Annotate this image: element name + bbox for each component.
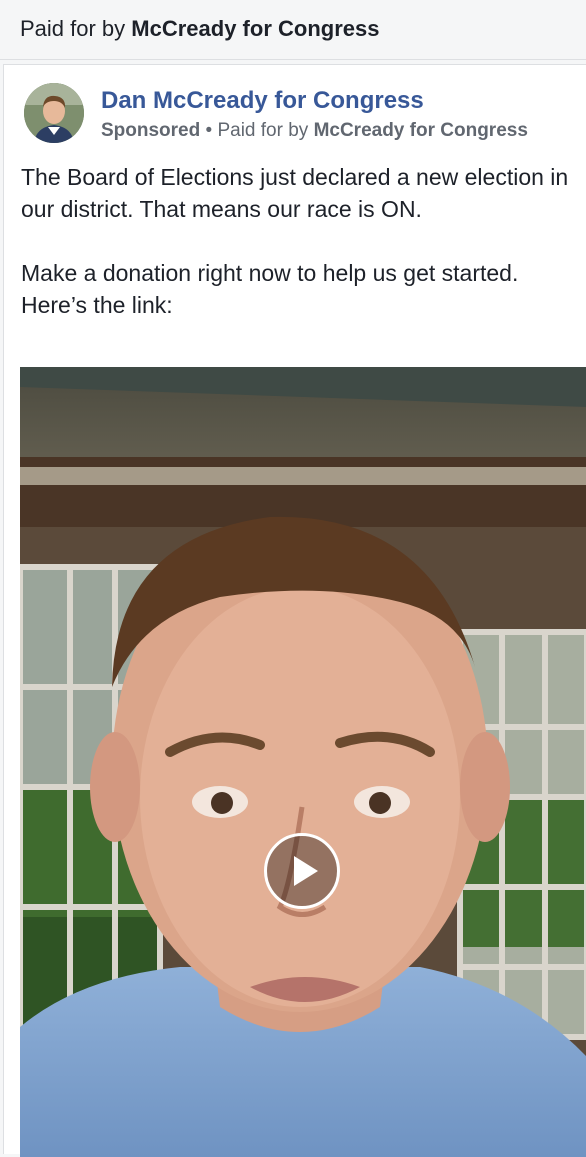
paid-for-payer: McCready for Congress	[313, 120, 528, 141]
disclaimer-payer: McCready for Congress	[131, 16, 380, 41]
sponsored-label: Sponsored	[101, 120, 201, 141]
sponsored-post: Dan McCready for Congress Sponsored • Pa…	[3, 64, 586, 1157]
post-paragraph-2: Make a donation right now to help us get…	[21, 260, 519, 318]
page-name-link[interactable]: Dan McCready for Congress	[101, 87, 424, 115]
paid-for-prefix: Paid for by	[217, 120, 314, 141]
video-thumbnail	[20, 367, 586, 1157]
avatar-photo	[24, 83, 84, 143]
post-paragraph-1: The Board of Elections just declared a n…	[21, 164, 569, 222]
play-button[interactable]	[264, 833, 340, 909]
disclaimer-prefix: Paid for by	[20, 16, 132, 41]
post-meta: Sponsored • Paid for by McCready for Con…	[101, 120, 528, 142]
avatar[interactable]	[24, 83, 84, 143]
paid-for-disclaimer: Paid for by McCready for Congress	[0, 0, 586, 60]
play-icon	[294, 856, 318, 886]
post-body: The Board of Elections just declared a n…	[21, 161, 581, 321]
meta-separator: •	[200, 120, 218, 141]
video-player[interactable]	[20, 367, 586, 1157]
